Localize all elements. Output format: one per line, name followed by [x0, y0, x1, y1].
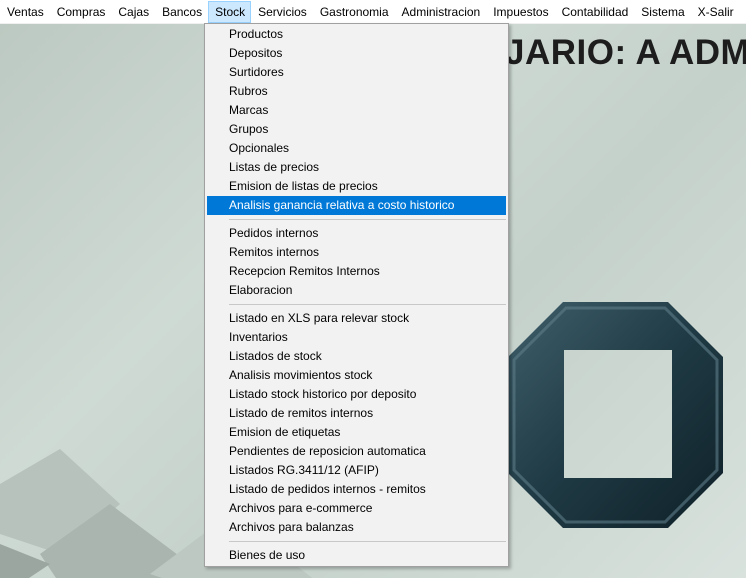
menu-item-recepcion-remitos[interactable]: Recepcion Remitos Internos: [207, 262, 506, 281]
menu-item-listado-pedidos-remitos[interactable]: Listado de pedidos internos - remitos: [207, 480, 506, 499]
menu-item-productos[interactable]: Productos: [207, 25, 506, 44]
menu-item-listados-rg[interactable]: Listados RG.3411/12 (AFIP): [207, 461, 506, 480]
menu-item-listas-de-precios[interactable]: Listas de precios: [207, 158, 506, 177]
menu-item-surtidores[interactable]: Surtidores: [207, 63, 506, 82]
app-logo: [508, 302, 723, 528]
menu-item-listado-remitos[interactable]: Listado de remitos internos: [207, 404, 506, 423]
menu-ventas[interactable]: Ventas: [0, 1, 50, 23]
menu-servicios[interactable]: Servicios: [251, 1, 313, 23]
menu-cajas[interactable]: Cajas: [111, 1, 155, 23]
menu-bar: Ventas Compras Cajas Bancos Stock Servic…: [0, 0, 746, 24]
menu-item-remitos-internos[interactable]: Remitos internos: [207, 243, 506, 262]
menu-item-archivos-ecommerce[interactable]: Archivos para e-commerce: [207, 499, 506, 518]
menu-gastronomia[interactable]: Gastronomia: [313, 1, 395, 23]
menu-sistema[interactable]: Sistema: [634, 1, 690, 23]
menu-x-salir[interactable]: X-Salir: [691, 1, 740, 23]
menu-item-pendientes-reposicion[interactable]: Pendientes de reposicion automatica: [207, 442, 506, 461]
menu-contabilidad[interactable]: Contabilidad: [555, 1, 635, 23]
menu-item-emision-etiquetas[interactable]: Emision de etiquetas: [207, 423, 506, 442]
menu-item-bienes-de-uso[interactable]: Bienes de uso: [207, 546, 506, 565]
menu-item-marcas[interactable]: Marcas: [207, 101, 506, 120]
menu-separator: [229, 219, 506, 220]
menu-item-archivos-balanzas[interactable]: Archivos para balanzas: [207, 518, 506, 537]
stock-dropdown-menu: Productos Depositos Surtidores Rubros Ma…: [204, 23, 509, 567]
menu-separator: [229, 304, 506, 305]
menu-item-opcionales[interactable]: Opcionales: [207, 139, 506, 158]
menu-item-listados-de-stock[interactable]: Listados de stock: [207, 347, 506, 366]
menu-item-elaboracion[interactable]: Elaboracion: [207, 281, 506, 300]
menu-item-emision-listas-precios[interactable]: Emision de listas de precios: [207, 177, 506, 196]
menu-item-stock-historico[interactable]: Listado stock historico por deposito: [207, 385, 506, 404]
menu-item-grupos[interactable]: Grupos: [207, 120, 506, 139]
menu-impuestos[interactable]: Impuestos: [486, 1, 554, 23]
menu-separator: [229, 541, 506, 542]
menu-compras[interactable]: Compras: [50, 1, 112, 23]
menu-bancos[interactable]: Bancos: [155, 1, 208, 23]
menu-administracion[interactable]: Administracion: [395, 1, 487, 23]
menu-item-pedidos-internos[interactable]: Pedidos internos: [207, 224, 506, 243]
menu-stock[interactable]: Stock: [208, 0, 252, 23]
menu-item-depositos[interactable]: Depositos: [207, 44, 506, 63]
user-banner: JARIO: A ADM: [505, 33, 746, 72]
menu-item-analisis-movimientos[interactable]: Analisis movimientos stock: [207, 366, 506, 385]
menu-item-listado-xls[interactable]: Listado en XLS para relevar stock: [207, 309, 506, 328]
menu-item-analisis-ganancia[interactable]: Analisis ganancia relativa a costo histo…: [207, 196, 506, 215]
menu-item-inventarios[interactable]: Inventarios: [207, 328, 506, 347]
menu-item-rubros[interactable]: Rubros: [207, 82, 506, 101]
